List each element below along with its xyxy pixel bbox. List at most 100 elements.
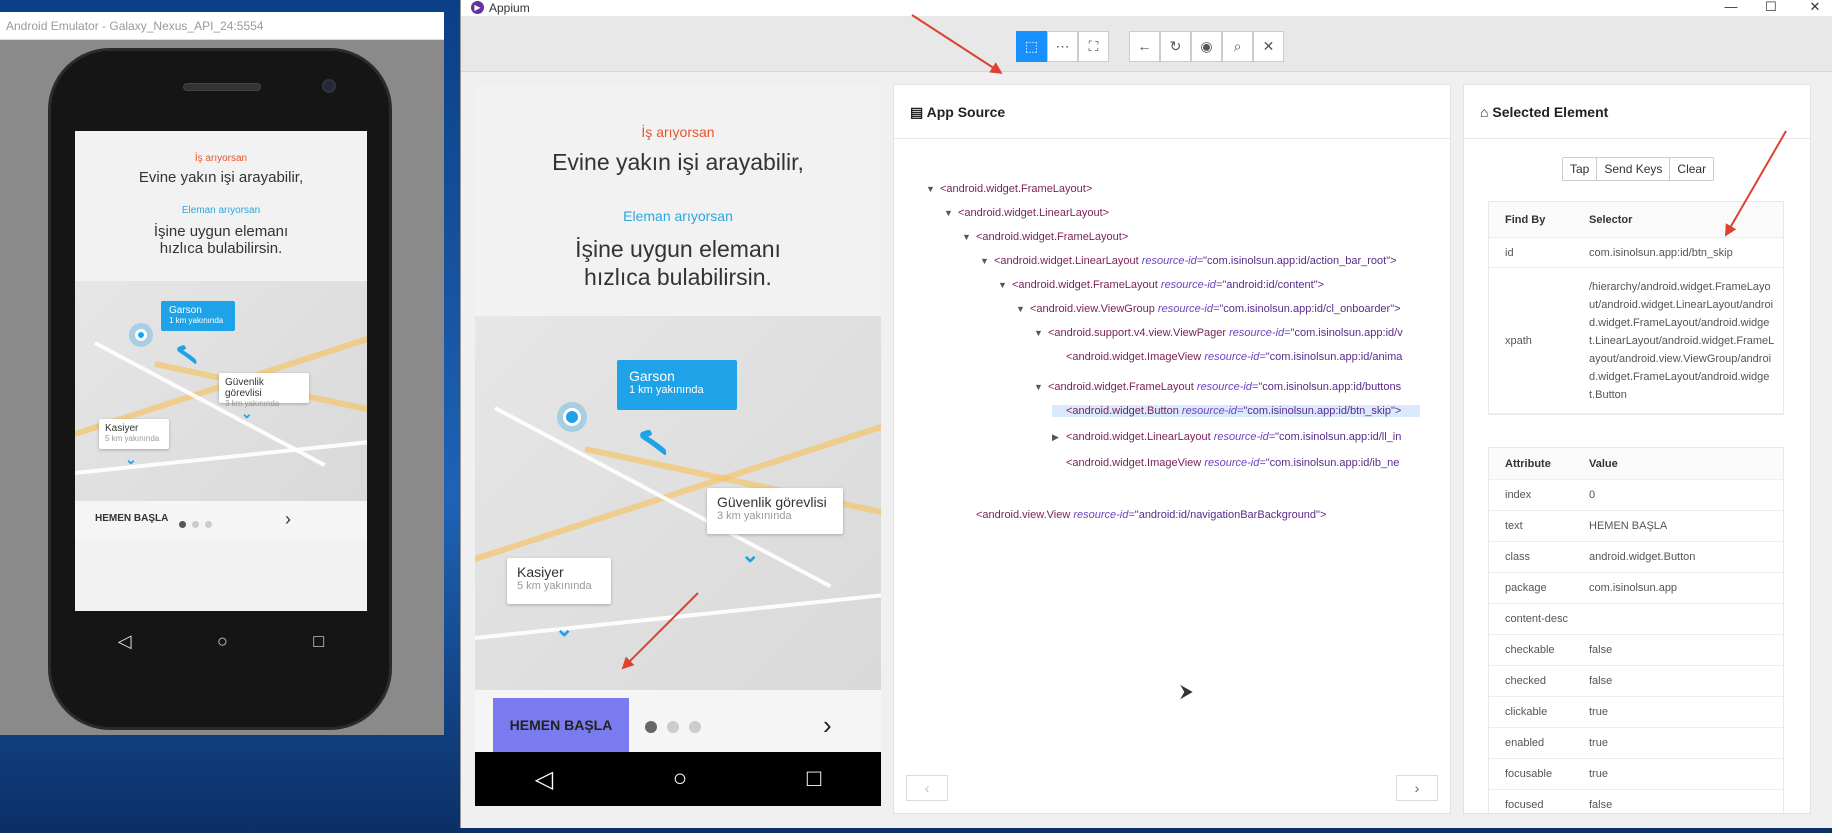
pin-garson: Garson 1 km yakınında	[617, 360, 737, 410]
minimize-button[interactable]: —	[1711, 0, 1751, 14]
table-header: Find By Selector	[1489, 202, 1783, 238]
checkmark-icon: ✓	[166, 340, 205, 370]
back-nav-icon[interactable]: ◁	[118, 631, 132, 652]
table-row[interactable]: content-desc	[1489, 604, 1783, 635]
home-nav-icon[interactable]: ○	[217, 631, 228, 652]
employer-text-1: İşine uygun elemanı	[153, 223, 289, 240]
onboarding-footer: HEMEN BAŞLA ›	[475, 690, 881, 752]
start-button-highlighted[interactable]: HEMEN BAŞLA	[493, 698, 629, 752]
table-header: Attribute Value	[1489, 448, 1783, 480]
chevron-down-icon: ⌄	[241, 405, 253, 421]
tree-node[interactable]: ▼ <android.widget.FrameLayout>	[962, 231, 1128, 243]
table-row[interactable]: id com.isinolsun.app:id/btn_skip	[1489, 238, 1783, 268]
table-row[interactable]: focused false	[1489, 790, 1783, 813]
tree-node[interactable]: ▼ <android.widget.FrameLayout resource-id…	[998, 279, 1440, 291]
emulator-window: Android Emulator - Galaxy_Nexus_API_24:5…	[0, 12, 444, 735]
device-screenshot-panel[interactable]: İş arıyorsan Evine yakın işi arayabilir,…	[475, 86, 881, 806]
next-arrow-icon[interactable]: ›	[285, 509, 291, 530]
refresh-icon[interactable]: ↻	[1160, 31, 1191, 62]
prev-page-button[interactable]: ‹	[906, 775, 948, 801]
appium-titlebar: ▶ Appium	[461, 0, 1832, 16]
mouse-cursor-icon: ⮞	[1180, 681, 1194, 701]
tree-node[interactable]: ▼ <android.widget.FrameLayout>	[926, 183, 1092, 195]
appium-window: ▶ Appium — ☐ ✕ ⬚ ⋯ ⛶ ← ↻ ◉ ⌕ ✕ İş arıyor…	[460, 0, 1832, 828]
tree-node[interactable]: <android.widget.ImageView resource-id="c…	[1052, 351, 1440, 363]
pin-kasiyer: Kasiyer 5 km yakınında	[507, 558, 611, 604]
recent-nav-icon[interactable]: □	[313, 631, 324, 652]
tree-node[interactable]: ▼ <android.support.v4.view.ViewPager reso…	[1034, 327, 1440, 339]
close-icon[interactable]: ✕	[1253, 31, 1284, 62]
table-row[interactable]: checkable false	[1489, 635, 1783, 666]
phone-frame: İş arıyorsan Evine yakın işi arayabilir,…	[48, 48, 392, 730]
emulator-title: Android Emulator - Galaxy_Nexus_API_24:5…	[0, 12, 444, 40]
employer-label: Eleman arıyorsan	[181, 205, 261, 216]
tap-button[interactable]: Tap	[1563, 158, 1598, 180]
table-row[interactable]: checked false	[1489, 666, 1783, 697]
job-seek-label: İş arıyorsan	[641, 124, 715, 140]
pin-kasiyer: Kasiyer 5 km yakınında	[99, 419, 169, 449]
select-icon[interactable]: ⬚	[1016, 31, 1047, 62]
speaker-grille	[183, 83, 261, 91]
tree-node[interactable]: ▼ <android.widget.LinearLayout>	[944, 207, 1109, 219]
onboarding-footer: HEMEN BAŞLA ›	[75, 501, 367, 541]
maximize-button[interactable]: ☐	[1751, 0, 1791, 14]
table-row[interactable]: class android.widget.Button	[1489, 542, 1783, 573]
app-source-panel: ▤ App Source ▼ <android.widget.FrameLayou…	[893, 84, 1451, 814]
pin-guvenlik: Güvenlik görevlisi 3 km yakınında	[707, 488, 843, 534]
table-row[interactable]: package com.isinolsun.app	[1489, 573, 1783, 604]
app-source-header: ▤ App Source	[894, 85, 1450, 139]
job-seek-text: Evine yakın işi arayabilir,	[552, 149, 804, 175]
pin-garson: Garson 1 km yakınında	[161, 301, 235, 331]
attributes-table: Attribute Value index 0 text HEMEN BAŞLA c…	[1488, 447, 1784, 813]
appium-title: Appium	[489, 1, 530, 15]
job-seek-label: İş arıyorsan	[194, 153, 248, 164]
phone-nav-bar: ◁ ○ □	[75, 611, 367, 671]
next-arrow-icon[interactable]: ›	[823, 710, 832, 741]
employer-label: Eleman arıyorsan	[623, 208, 733, 224]
send-keys-button[interactable]: Send Keys	[1597, 158, 1671, 180]
tap-coordinates-icon[interactable]: ⛶	[1078, 31, 1109, 62]
phone-nav-bar: ◁ ○ □	[475, 752, 881, 806]
close-window-button[interactable]: ✕	[1795, 0, 1832, 14]
inspector-toolbar: ⬚ ⋯ ⛶ ← ↻ ◉ ⌕ ✕	[461, 16, 1832, 72]
back-nav-icon[interactable]: ◁	[535, 765, 553, 794]
start-button[interactable]: HEMEN BAŞLA	[95, 513, 168, 524]
tree-node[interactable]: ▼ <android.widget.LinearLayout resource-i…	[980, 255, 1440, 267]
chevron-down-icon: ⌄	[555, 616, 574, 641]
tree-node[interactable]: ▼ <android.widget.FrameLayout resource-id…	[1034, 381, 1440, 393]
clear-button[interactable]: Clear	[1670, 158, 1714, 180]
search-icon[interactable]: ⌕	[1222, 31, 1253, 62]
tree-node-selected[interactable]: <android.widget.Button resource-id="com.…	[1052, 405, 1420, 417]
back-icon[interactable]: ←	[1129, 31, 1160, 62]
table-row[interactable]: clickable true	[1489, 697, 1783, 728]
tree-node[interactable]: ▶ <android.widget.LinearLayout resource-i…	[1052, 431, 1440, 443]
recent-nav-icon[interactable]: □	[807, 765, 822, 793]
eye-icon[interactable]: ◉	[1191, 31, 1222, 62]
element-actions: Tap Send Keys Clear	[1562, 157, 1715, 181]
chevron-down-icon: ⌄	[741, 542, 760, 567]
tree-node[interactable]: ▼ <android.view.ViewGroup resource-id="co…	[1016, 303, 1440, 315]
table-row[interactable]: index 0	[1489, 480, 1783, 511]
map-illustration: Garson 1 km yakınında ✓ Güvenlik görevli…	[475, 316, 881, 690]
employer-text-1: İşine uygun elemanı	[575, 236, 781, 262]
map-illustration: Garson 1 km yakınında ✓ Güvenlik görevli…	[75, 281, 367, 501]
front-camera	[322, 79, 336, 93]
job-seek-text: Evine yakın işi arayabilir,	[138, 169, 304, 186]
table-row[interactable]: focusable true	[1489, 759, 1783, 790]
home-nav-icon[interactable]: ○	[673, 765, 688, 793]
location-dot	[135, 329, 147, 341]
employer-text-2: hızlıca bulabilirsin.	[584, 264, 772, 290]
selected-element-panel: ⌂ Selected Element Tap Send Keys Clear F…	[1463, 84, 1811, 814]
selected-element-header: ⌂ Selected Element	[1464, 85, 1810, 139]
checkmark-icon: ✓	[626, 423, 679, 463]
next-page-button[interactable]: ›	[1396, 775, 1438, 801]
tree-node[interactable]: <android.view.View resource-id="android:…	[962, 509, 1440, 521]
table-row[interactable]: text HEMEN BAŞLA	[1489, 511, 1783, 542]
table-row[interactable]: xpath /hierarchy/android.widget.FrameLay…	[1489, 268, 1783, 414]
table-row[interactable]: enabled true	[1489, 728, 1783, 759]
page-indicator	[179, 515, 218, 533]
tree-node[interactable]: <android.widget.ImageView resource-id="c…	[1052, 457, 1440, 469]
chevron-down-icon: ⌄	[125, 451, 137, 467]
emulator-screen[interactable]: İş arıyorsan Evine yakın işi arayabilir,…	[75, 131, 367, 611]
swipe-icon[interactable]: ⋯	[1047, 31, 1078, 62]
